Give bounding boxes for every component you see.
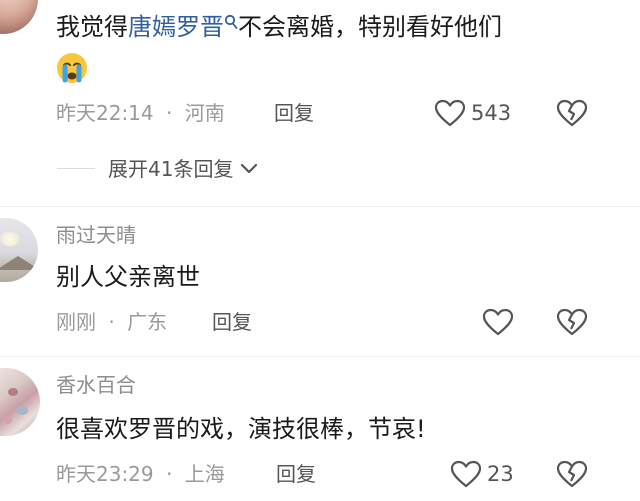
crying-face-emoji [57,53,87,83]
topic-link-label: 唐嫣罗晋 [128,13,224,41]
reply-button[interactable]: 回复 [212,309,252,335]
like-count: 23 [487,462,514,486]
comment-divider [0,206,640,207]
comment-meta: 刚刚 · 广东 [56,309,167,335]
expand-divider [57,168,95,169]
comment-time: 昨天22:14 [56,101,154,125]
comment-location: 上海 [184,462,225,486]
comment-text: 我觉得唐嫣罗晋 不会离婚，特别看好他们 [56,10,502,44]
comment-meta: 昨天23:29 · 上海 [56,461,225,487]
reply-button[interactable]: 回复 [276,461,316,487]
comment-time: 昨天23:29 [56,462,154,486]
comment-meta: 昨天22:14 · 河南 [56,100,225,126]
expand-replies-button[interactable]: 展开41条回复 [108,155,259,183]
reply-button[interactable]: 回复 [274,100,314,126]
topic-link[interactable]: 唐嫣罗晋 [128,13,238,41]
comment-text-segment: 不会离婚，特别看好他们 [238,13,502,41]
comment-location: 广东 [127,310,168,334]
comment-location: 河南 [184,101,225,125]
comment-text: 别人父亲离世 [56,263,200,291]
separator: · [108,310,115,334]
username[interactable]: 雨过天晴 [56,222,136,248]
avatar[interactable] [0,368,40,436]
heart-icon[interactable] [482,308,514,336]
separator: · [166,462,173,486]
heart-icon[interactable] [450,460,482,488]
separator: · [166,101,173,125]
like-count: 543 [471,101,512,125]
avatar[interactable] [0,218,38,282]
comment-text-segment: 我觉得 [56,13,128,41]
expand-replies-label: 展开41条回复 [108,157,234,181]
broken-heart-icon[interactable] [556,308,588,336]
broken-heart-icon[interactable] [556,99,588,127]
search-icon [224,14,238,29]
chevron-down-icon [241,163,258,174]
broken-heart-icon[interactable] [556,460,588,488]
comment-text: 很喜欢罗晋的戏，演技很棒，节哀! [56,415,426,443]
comment-time: 刚刚 [56,310,96,334]
heart-icon[interactable] [434,99,466,127]
username[interactable]: 香水百合 [56,372,136,398]
avatar[interactable] [0,0,38,34]
comment-divider [0,356,640,357]
